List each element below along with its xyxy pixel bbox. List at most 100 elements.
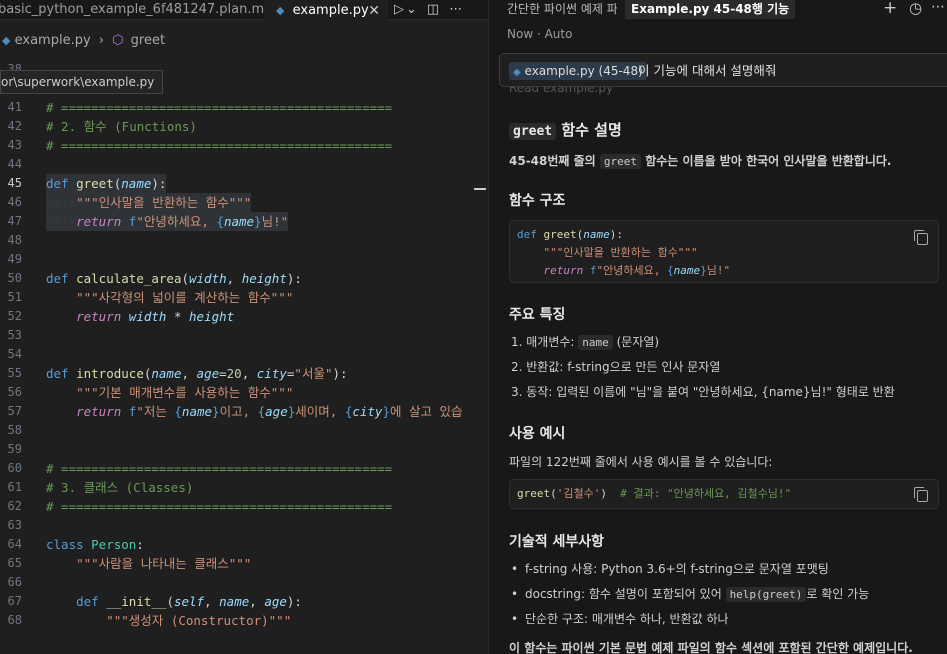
line-source: # 2. 함수 (Functions) bbox=[46, 117, 197, 136]
history-icon[interactable]: ◷ bbox=[909, 0, 922, 17]
code-token: 님!" bbox=[706, 264, 731, 277]
code-line[interactable]: 45 def greet(name): bbox=[0, 174, 488, 193]
code-token: age bbox=[196, 366, 220, 381]
code-line[interactable]: 61 # 3. 클래스 (Classes) bbox=[0, 478, 488, 497]
line-number: 48 bbox=[7, 233, 22, 247]
more-icon[interactable]: ⋯ bbox=[449, 0, 462, 20]
chat-tab-active[interactable]: Example.py 45-48행 기능 bbox=[625, 0, 796, 19]
code-line[interactable]: 47 ····return f"안녕하세요, {name}님!" bbox=[0, 212, 488, 231]
code-token: class bbox=[46, 537, 92, 552]
copy-icon[interactable] bbox=[914, 230, 928, 245]
code-line[interactable]: 48 bbox=[0, 231, 488, 250]
line-source: def calculate_area(width, height): bbox=[46, 269, 302, 288]
code-token: """인사말을 반환하는 함수""" bbox=[543, 246, 698, 259]
code-line[interactable]: 44 bbox=[0, 155, 488, 174]
editor-tabbar: basic_python_example_6f481247.plan.md ◆ … bbox=[0, 0, 488, 20]
tab-example-py[interactable]: ◆ example.py ✕ bbox=[264, 0, 388, 20]
code-line[interactable]: 56 """기본 매개변수를 사용하는 함수""" bbox=[0, 383, 488, 402]
code-line[interactable]: 49 bbox=[0, 250, 488, 269]
code-line[interactable]: 57 return f"저는 {name}이고, {age}세이며, {city… bbox=[0, 402, 488, 421]
code-token: ): bbox=[286, 594, 302, 609]
code-token: name bbox=[121, 176, 152, 191]
close-icon[interactable]: ✕ bbox=[368, 1, 380, 21]
list-item-text: 단순한 구조: 매개변수 하나, 반환값 하나 bbox=[525, 612, 729, 626]
code-line[interactable]: 63 bbox=[0, 516, 488, 535]
code-token: greet bbox=[543, 228, 577, 241]
code-line[interactable]: 68 """생성자 (Constructor)""" bbox=[0, 611, 488, 630]
code-token: def bbox=[76, 594, 107, 609]
code-line[interactable]: 67 def __init__(self, name, age): bbox=[0, 592, 488, 611]
line-number: 44 bbox=[7, 157, 22, 171]
code-token: width bbox=[128, 309, 167, 324]
more-icon[interactable]: ⋯ bbox=[931, 0, 945, 15]
codeblock-line: greet('김철수') # 결과: "안녕하세요, 김철수님!" bbox=[510, 485, 938, 503]
line-source: # ======================================… bbox=[46, 459, 392, 478]
breadcrumb-symbol[interactable]: greet bbox=[131, 33, 165, 48]
code-token: def bbox=[46, 271, 77, 286]
code-line[interactable]: 46 ····"""인사말을 반환하는 함수""" bbox=[0, 193, 488, 212]
split-editor-icon[interactable]: ◫ bbox=[427, 0, 439, 20]
code-line[interactable]: 59 bbox=[0, 440, 488, 459]
breadcrumb-file[interactable]: example.py bbox=[15, 33, 91, 48]
line-number: 50 bbox=[7, 271, 22, 285]
tab-plan-md[interactable]: basic_python_example_6f481247.plan.md bbox=[0, 0, 264, 20]
line-number: 54 bbox=[7, 347, 22, 361]
code-line[interactable]: 60 # ====================================… bbox=[0, 459, 488, 478]
code-token: greet bbox=[517, 487, 551, 500]
code-line[interactable]: 43 # ====================================… bbox=[0, 136, 488, 155]
code-line[interactable]: 62 # ====================================… bbox=[0, 497, 488, 516]
code-token: # ======================================… bbox=[46, 499, 393, 514]
code-line[interactable]: 64 class Person: bbox=[0, 535, 488, 554]
context-chip[interactable]: ◆ example.py (45-48) bbox=[509, 62, 647, 80]
code-token: # 2. 함수 (Functions) bbox=[46, 119, 197, 134]
chevron-down-icon[interactable]: ⌄ bbox=[406, 0, 417, 20]
code-line[interactable]: 58 bbox=[0, 421, 488, 440]
code-line[interactable]: 66 bbox=[0, 573, 488, 592]
code-token: def bbox=[46, 176, 77, 191]
copy-icon[interactable] bbox=[914, 487, 928, 502]
code-line[interactable]: 53 bbox=[0, 326, 488, 345]
code-line[interactable]: 54 bbox=[0, 345, 488, 364]
code-token: self bbox=[173, 594, 205, 609]
code-token: name bbox=[151, 366, 182, 381]
line-number: 42 bbox=[7, 119, 22, 133]
code-line[interactable]: 52 return width * height bbox=[0, 307, 488, 326]
heading-text: 함수 설명 bbox=[556, 121, 622, 139]
code-token: name bbox=[583, 228, 610, 241]
code-line[interactable]: 51 """사각형의 넓이를 계산하는 함수""" bbox=[0, 288, 488, 307]
heading-code: greet bbox=[509, 123, 557, 140]
list-item: 1. 매개변수: name (문자열) bbox=[511, 330, 895, 355]
code-token: return bbox=[76, 404, 129, 419]
code-line[interactable]: 50 def calculate_area(width, height): bbox=[0, 269, 488, 288]
code-line[interactable]: 42 # 2. 함수 (Functions) bbox=[0, 117, 488, 136]
code-token: ( bbox=[166, 594, 174, 609]
features-list: 1. 매개변수: name (문자열) 2. 반환값: f-string으로 만든… bbox=[511, 330, 895, 405]
list-item-text: docstring: 함수 설명이 포함되어 있어 bbox=[525, 587, 726, 601]
chat-tab-previous[interactable]: 간단한 파이썬 예제 파 bbox=[507, 0, 617, 18]
code-token: city bbox=[256, 366, 287, 381]
code-token: # ======================================… bbox=[46, 461, 393, 476]
code-area[interactable]: 384041# ================================… bbox=[0, 60, 488, 630]
new-chat-icon[interactable]: + bbox=[883, 0, 897, 18]
usage-codeblock: greet('김철수') # 결과: "안녕하세요, 김철수님!" bbox=[509, 479, 939, 509]
run-icon[interactable]: ▷ bbox=[394, 0, 404, 20]
user-message-text: 이 기능에 대해서 설명해줘 bbox=[638, 63, 777, 78]
code-token: def bbox=[517, 228, 544, 241]
code-line[interactable]: 55 def introduce(name, age=20, city="서울")… bbox=[0, 364, 488, 383]
code-token: , bbox=[249, 594, 265, 609]
user-message[interactable]: ◆ example.py (45-48) 이 기능에 대해서 설명해줘 bbox=[499, 53, 947, 87]
code-line[interactable]: 65 """사람을 나타내는 클래스""" bbox=[0, 554, 488, 573]
line-number: 53 bbox=[7, 328, 22, 342]
code-token: } bbox=[212, 404, 220, 419]
list-item: • docstring: 함수 설명이 포함되어 있어 help(greet) 로 … bbox=[511, 582, 869, 607]
list-item: • f-string 사용: Python 3.6+의 f-string으로 문자… bbox=[511, 557, 869, 582]
answer-heading: greet 함수 설명 bbox=[509, 119, 622, 140]
symbol-cube-icon: ⬡ bbox=[112, 33, 124, 48]
line-number: 60 bbox=[7, 461, 22, 475]
code-line[interactable]: 41 # ====================================… bbox=[0, 98, 488, 117]
code-token: "안녕하세요, bbox=[596, 264, 667, 277]
